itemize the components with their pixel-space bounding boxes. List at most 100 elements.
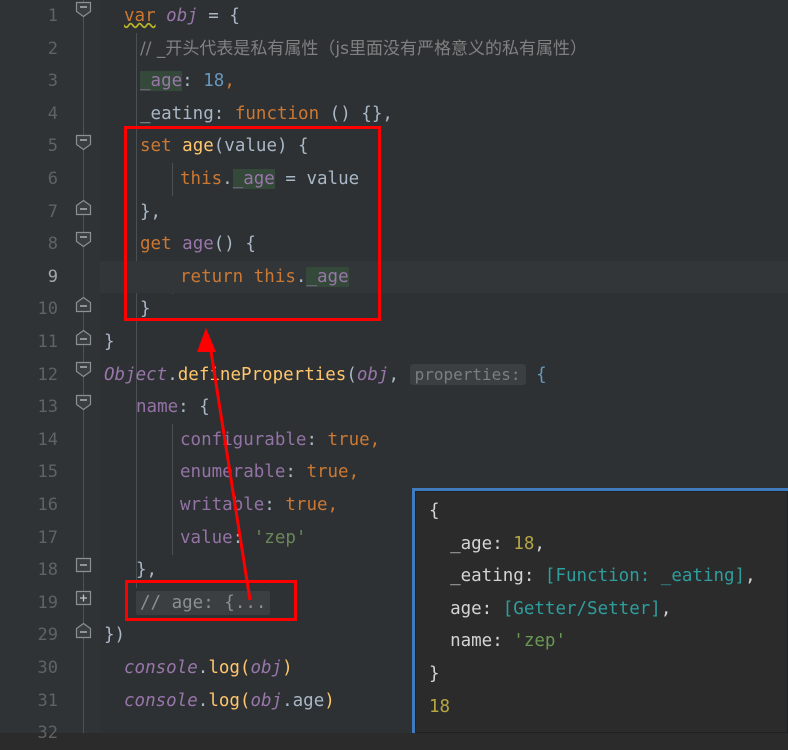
code-line-6[interactable]: this._age = value bbox=[180, 163, 788, 196]
token-colon: : bbox=[182, 71, 204, 92]
parameter-hint-properties: properties: bbox=[409, 363, 526, 385]
code-line-13[interactable]: name: { bbox=[136, 391, 788, 424]
token-close-paren: ) bbox=[324, 690, 335, 711]
fold-toggle-collapse-end-icon[interactable] bbox=[75, 296, 92, 313]
fold-toggle-expanded-icon[interactable] bbox=[75, 394, 92, 411]
indent-guide bbox=[136, 33, 137, 588]
token-writable-prop: writable bbox=[180, 495, 265, 515]
token-open-paren: ( bbox=[346, 364, 357, 385]
line-number: 17 bbox=[37, 527, 58, 548]
line-number: 16 bbox=[37, 495, 58, 515]
token-setter-name: age bbox=[182, 136, 214, 157]
collapsed-fold-placeholder[interactable]: // age: {... bbox=[136, 590, 271, 615]
output-comma: , bbox=[745, 566, 756, 587]
gutter-line-14: 14 bbox=[0, 424, 100, 457]
gutter-line-30: 30 bbox=[0, 652, 100, 685]
token-console-object: console bbox=[124, 690, 198, 711]
indent-guide bbox=[172, 163, 173, 196]
line-number: 4 bbox=[47, 103, 58, 124]
code-line-8[interactable]: get age() { bbox=[140, 228, 788, 261]
output-value: 'zep' bbox=[513, 631, 566, 652]
gutter-line-32: 32 bbox=[0, 717, 100, 750]
code-line-7[interactable]: }, bbox=[140, 196, 788, 229]
token-string-zep: 'zep' bbox=[253, 527, 307, 548]
token-comma: , bbox=[388, 364, 410, 385]
fold-toggle-collapse-end-icon[interactable] bbox=[75, 329, 92, 346]
token-console-object: console bbox=[124, 658, 198, 678]
fold-toggle-collapsed-icon[interactable] bbox=[75, 590, 92, 607]
token-name-prop: name bbox=[136, 397, 179, 418]
code-line-10[interactable]: } bbox=[140, 293, 788, 326]
token-obj-argument: obj bbox=[356, 364, 389, 385]
token-age-private-prop: _age bbox=[232, 169, 275, 189]
token-dot: . bbox=[197, 658, 209, 678]
output-text: 18 bbox=[429, 696, 451, 717]
gutter-line-9: 9 bbox=[0, 261, 100, 294]
code-line-14[interactable]: configurable: true, bbox=[180, 424, 788, 457]
console-output-panel[interactable]: { _age: 18, _eating: [Function: _eating]… bbox=[412, 488, 788, 733]
fold-toggle-expanded-icon[interactable] bbox=[75, 134, 92, 151]
line-number: 7 bbox=[47, 201, 58, 222]
fold-toggle-expanded-icon[interactable] bbox=[75, 361, 92, 378]
token-obj-identifier: obj bbox=[166, 6, 198, 26]
token-getter-params: () { bbox=[213, 234, 256, 255]
output-key: _age: bbox=[429, 533, 514, 554]
fold-toggle-collapse-end-icon[interactable] bbox=[75, 557, 92, 574]
token-obj-argument: obj bbox=[250, 658, 283, 678]
code-line-2[interactable]: // _开头代表是私有属性（js里面没有严格意义的私有属性） bbox=[140, 33, 788, 66]
fold-toggle-collapse-end-icon[interactable] bbox=[75, 622, 92, 639]
editor-gutter: 1 2 3 4 5 6 7 8 9 10 11 12 13 14 15 16 1… bbox=[0, 0, 100, 743]
token-function-keyword: function bbox=[234, 103, 320, 124]
code-line-5[interactable]: set age(value) { bbox=[140, 130, 788, 163]
token-age-private-prop: _age bbox=[306, 266, 349, 287]
line-number: 18 bbox=[37, 560, 58, 581]
token-log-method: log bbox=[208, 690, 240, 711]
token-comma: , bbox=[348, 462, 360, 483]
gutter-line-16: 16 bbox=[0, 489, 100, 522]
line-number: 5 bbox=[47, 136, 58, 157]
line-number: 29 bbox=[37, 625, 58, 646]
fold-toggle-expanded-icon[interactable] bbox=[75, 1, 92, 18]
gutter-line-31: 31 bbox=[0, 685, 100, 718]
token-var-keyword: var bbox=[124, 6, 156, 26]
token-close-brace-paren: }) bbox=[104, 625, 126, 646]
token-open-brace: { bbox=[536, 364, 547, 385]
token-open-brace: { bbox=[199, 397, 210, 418]
line-number: 3 bbox=[47, 71, 58, 92]
line-number: 13 bbox=[37, 397, 58, 418]
line-number: 2 bbox=[47, 38, 58, 59]
fold-toggle-expanded-icon[interactable] bbox=[75, 231, 92, 248]
token-close-brace: } bbox=[140, 299, 151, 320]
token-value-param: value bbox=[306, 169, 360, 189]
token-get-keyword: get bbox=[140, 234, 172, 255]
code-line-3[interactable]: _age: 18, bbox=[140, 65, 788, 98]
token-colon: : bbox=[213, 103, 235, 124]
token-dot: . bbox=[295, 266, 307, 287]
code-line-15[interactable]: enumerable: true, bbox=[180, 456, 788, 489]
fold-toggle-collapse-end-icon[interactable] bbox=[75, 199, 92, 216]
token-dot: . bbox=[167, 364, 178, 385]
gutter-line-2: 2 bbox=[0, 33, 100, 66]
token-colon: : bbox=[178, 397, 200, 418]
code-editor[interactable]: 1 2 3 4 5 6 7 8 9 10 11 12 13 14 15 16 1… bbox=[0, 0, 788, 743]
token-dot: . bbox=[282, 690, 293, 711]
code-line-4[interactable]: _eating: function () {}, bbox=[140, 98, 788, 131]
token-this-keyword: this bbox=[180, 169, 223, 189]
code-line-9[interactable]: return this._age bbox=[100, 260, 788, 294]
token-equals: = bbox=[274, 169, 307, 189]
token-open-paren: ( bbox=[239, 690, 251, 711]
token-colon: : bbox=[285, 462, 307, 483]
gutter-line-6: 6 bbox=[0, 163, 100, 196]
token-colon: : bbox=[306, 429, 328, 450]
token-this-keyword: this bbox=[253, 266, 296, 287]
code-line-11[interactable]: } bbox=[104, 326, 788, 359]
code-line-1[interactable]: var obj = { bbox=[124, 0, 788, 33]
token-set-keyword: set bbox=[140, 136, 172, 157]
code-line-12[interactable]: Object.defineProperties(obj, properties:… bbox=[104, 359, 788, 392]
token-comma: , bbox=[224, 71, 235, 92]
gutter-line-3: 3 bbox=[0, 65, 100, 98]
output-line-_eating: _eating: [Function: _eating], bbox=[429, 560, 756, 593]
